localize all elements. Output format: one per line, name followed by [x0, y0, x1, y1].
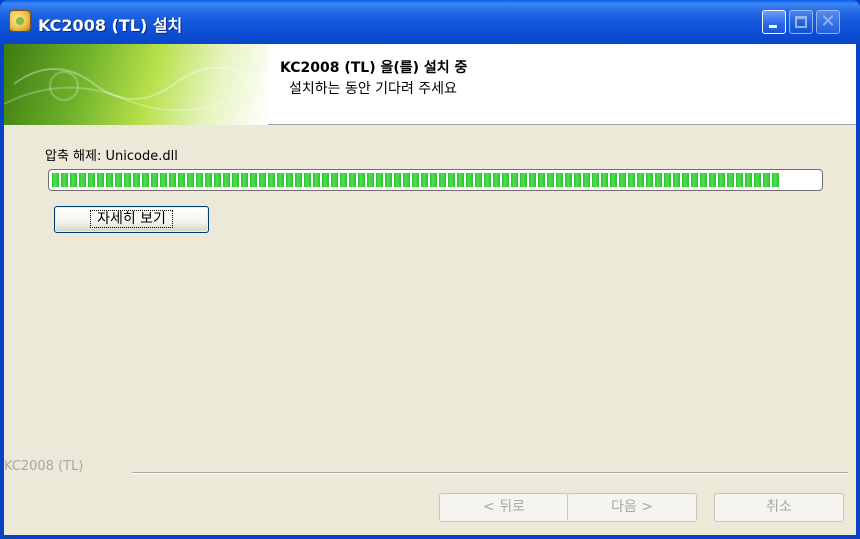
show-details-button[interactable]: 자세히 보기	[54, 206, 209, 233]
close-button[interactable]: ✕	[816, 10, 840, 34]
minimize-icon	[769, 25, 777, 28]
banner-subtitle: 설치하는 동안 기다려 주세요	[289, 81, 457, 97]
install-progress-bar	[48, 169, 823, 191]
installer-window: KC2008 (TL) 설치 ✕ KC2008 (TL) 을(를) 설치 중 설…	[0, 0, 860, 539]
banner-graphic	[4, 44, 268, 125]
banner-title: KC2008 (TL) 을(를) 설치 중	[280, 60, 468, 76]
maximize-icon	[795, 16, 807, 28]
cancel-button[interactable]: 취소	[714, 493, 844, 522]
maximize-button[interactable]	[789, 10, 813, 34]
close-icon: ✕	[820, 11, 836, 32]
show-details-label: 자세히 보기	[90, 210, 173, 228]
title-bar[interactable]: KC2008 (TL) 설치 ✕	[0, 0, 860, 44]
footer-divider	[132, 472, 848, 474]
minimize-button[interactable]	[762, 10, 786, 34]
installer-icon	[9, 10, 31, 32]
extract-status: 압축 해제: Unicode.dll	[45, 149, 178, 164]
window-title: KC2008 (TL) 설치	[38, 16, 183, 35]
progress-fill	[52, 173, 781, 187]
client-area: KC2008 (TL) 을(를) 설치 중 설치하는 동안 기다려 주세요 압축…	[4, 44, 856, 535]
back-button[interactable]: < 뒤로	[439, 493, 569, 522]
footer-brand: KC2008 (TL)	[4, 459, 84, 474]
header-banner: KC2008 (TL) 을(를) 설치 중 설치하는 동안 기다려 주세요	[4, 44, 856, 125]
next-button[interactable]: 다음 >	[567, 493, 697, 522]
